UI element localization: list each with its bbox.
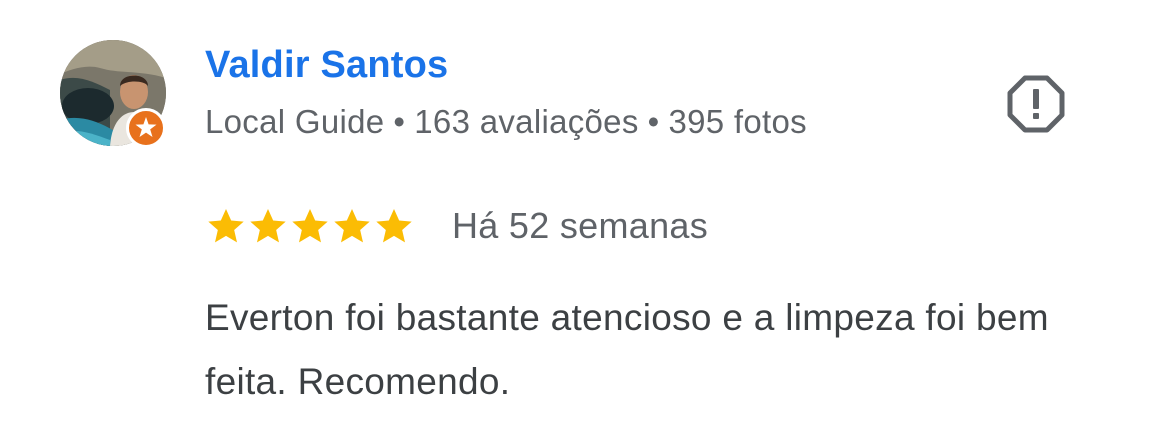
review-text: Everton foi bastante atencioso e a limpe… [205, 297, 1049, 402]
meta-separator: • [647, 103, 660, 140]
star-rating [205, 206, 415, 246]
review-card: Valdir Santos Local Guide • 163 avaliações… [0, 0, 1170, 446]
star-icon [205, 206, 247, 246]
photos-count: 395 fotos [668, 103, 807, 140]
local-guide-label: Local Guide [205, 103, 385, 140]
meta-separator: • [393, 103, 406, 140]
report-review-button[interactable] [1004, 70, 1068, 134]
rating-row: Há 52 semanas [205, 204, 708, 248]
star-icon [373, 206, 415, 246]
reviewer-name[interactable]: Valdir Santos [205, 44, 448, 87]
reviews-count: 163 avaliações [414, 103, 639, 140]
star-icon [331, 206, 373, 246]
local-guide-star-icon [126, 108, 166, 148]
reviewer-meta: Local Guide • 163 avaliações • 395 fotos [205, 103, 807, 141]
star-icon [247, 206, 289, 246]
review-date: Há 52 semanas [452, 205, 709, 246]
report-octagon-icon [1007, 75, 1065, 133]
star-icon [289, 206, 331, 246]
avatar[interactable] [60, 40, 168, 148]
